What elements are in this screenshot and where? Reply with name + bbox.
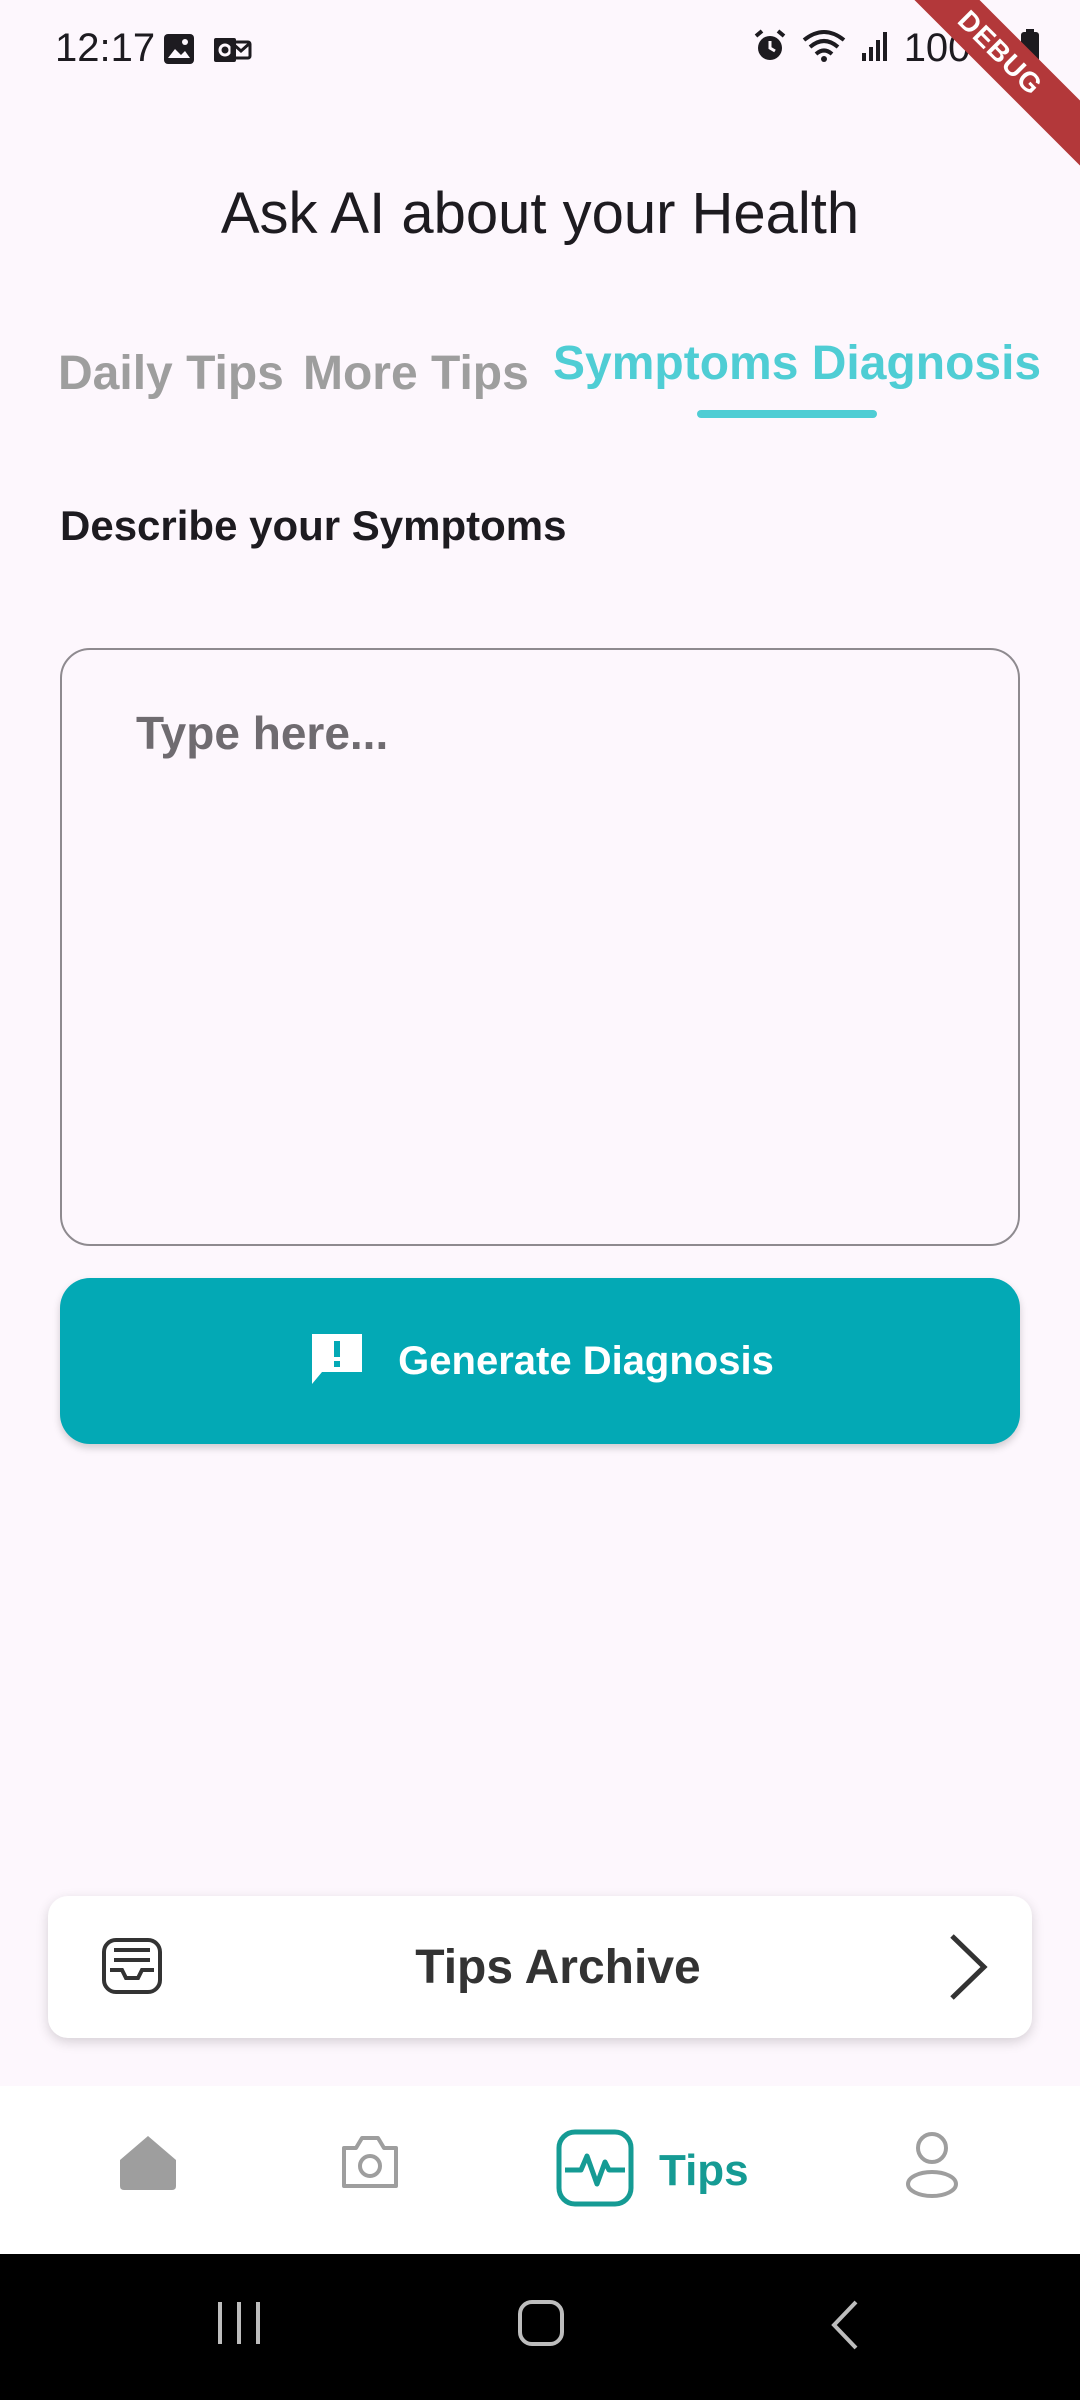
recents-icon — [214, 2302, 264, 2352]
active-tab-indicator — [697, 410, 877, 418]
feedback-icon — [306, 1328, 368, 1395]
tips-archive-label: Tips Archive — [415, 1941, 701, 1994]
symptoms-label: Describe your Symptoms — [60, 502, 567, 549]
nav-home[interactable] — [116, 2130, 180, 2199]
system-navigation-bar — [0, 2254, 1080, 2400]
profile-icon — [904, 2132, 960, 2202]
page-title: Ask AI about your Health — [220, 181, 860, 246]
alarm-icon — [752, 28, 788, 69]
nav-tips-label: Tips — [659, 2145, 749, 2195]
signal-icon — [860, 29, 890, 68]
recents-button[interactable] — [214, 2298, 264, 2353]
notification-icons — [162, 32, 252, 71]
nav-tips[interactable]: Tips — [555, 2128, 749, 2213]
symptoms-input[interactable] — [60, 648, 1020, 1246]
tab-more-tips[interactable]: More Tips — [303, 346, 529, 401]
generate-diagnosis-button[interactable]: Generate Diagnosis — [60, 1278, 1020, 1444]
heart-monitor-icon — [555, 2128, 635, 2213]
tab-symptoms-diagnosis[interactable]: Symptoms Diagnosis — [553, 336, 1041, 391]
system-home-icon — [516, 2300, 566, 2352]
chevron-right-icon — [946, 1932, 990, 2007]
camera-icon — [338, 2136, 402, 2198]
nav-camera[interactable] — [338, 2130, 402, 2199]
tab-daily-tips[interactable]: Daily Tips — [58, 346, 284, 401]
system-home-button[interactable] — [516, 2298, 566, 2353]
back-icon — [826, 2300, 862, 2356]
status-time: 12:17 — [55, 26, 156, 70]
system-back-button[interactable] — [826, 2298, 862, 2357]
status-bar: 12:17 100% DEBUG — [0, 0, 1080, 176]
nav-profile[interactable] — [904, 2130, 960, 2203]
tips-archive-card[interactable]: Tips Archive — [48, 1896, 1032, 2038]
wifi-icon — [802, 28, 846, 69]
image-notification-icon — [162, 32, 196, 71]
bottom-navigation: Tips — [0, 2086, 1080, 2254]
home-icon — [116, 2136, 180, 2198]
tab-bar: Daily Tips More Tips Symptoms Diagnosis — [0, 320, 1080, 430]
generate-diagnosis-label: Generate Diagnosis — [398, 1338, 774, 1383]
outlook-notification-icon — [212, 32, 252, 71]
